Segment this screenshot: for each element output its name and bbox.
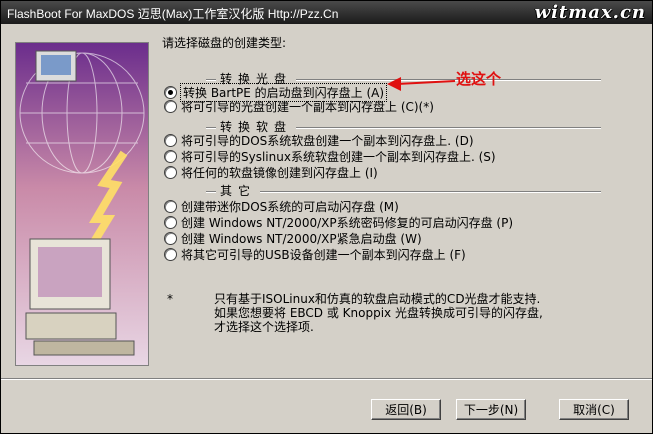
- window-title: FlashBoot For MaxDOS 迈思(Max)工作室汉化版 Http:…: [7, 7, 339, 21]
- next-button[interactable]: 下一步(N): [456, 399, 526, 420]
- red-arrow-annotation: [387, 77, 456, 91]
- option-copy-cd[interactable]: 将可引导的光盘创建一个副本到闪存盘上 (C)(*): [164, 98, 434, 114]
- radio-button[interactable]: [164, 99, 177, 113]
- option-dos-floppy[interactable]: 将可引导的DOS系统软盘创建一个副本到闪存盘上. (D): [164, 132, 474, 148]
- radio-button[interactable]: [164, 85, 177, 99]
- option-usb-copy[interactable]: 将其它可引导的USB设备创建一个副本到闪存盘上 (F): [164, 246, 466, 262]
- group-divider: [206, 191, 601, 193]
- footer-divider: [1, 378, 652, 380]
- option-label: 创建 Windows NT/2000/XP系统密码修复的可启动闪存盘 (P): [181, 215, 513, 230]
- option-mini-dos[interactable]: 创建带迷你DOS系统的可启动闪存盘 (M): [164, 198, 399, 214]
- option-password-repair[interactable]: 创建 Windows NT/2000/XP系统密码修复的可启动闪存盘 (P): [164, 214, 513, 230]
- annotation-text: 选这个: [456, 70, 502, 88]
- option-label: 将其它可引导的USB设备创建一个副本到闪存盘上 (F): [181, 247, 466, 262]
- back-button[interactable]: 返回(B): [371, 399, 441, 420]
- option-label: 将任何的软盘镜像创建到闪存盘上 (I): [181, 165, 378, 180]
- watermark-logo: witmax.cn: [534, 2, 646, 23]
- flashboot-window: FlashBoot For MaxDOS 迈思(Max)工作室汉化版 Http:…: [0, 0, 653, 434]
- option-emergency-boot[interactable]: 创建 Windows NT/2000/XP紧急启动盘 (W): [164, 230, 422, 246]
- note-marker: *: [167, 292, 173, 306]
- radio-button[interactable]: [164, 199, 177, 213]
- radio-button[interactable]: [164, 247, 177, 261]
- intro-text: 请选择磁盘的创建类型:: [162, 36, 287, 50]
- title-bar[interactable]: FlashBoot For MaxDOS 迈思(Max)工作室汉化版 Http:…: [1, 1, 652, 24]
- note-text: 只有基于ISOLinux和仿真的软盘启动模式的CD光盘才能支持. 如果您想要将 …: [214, 292, 543, 334]
- option-syslinux-floppy[interactable]: 将可引导的Syslinux系统软盘创建一个副本到闪存盘上. (S): [164, 148, 496, 164]
- option-label: 将可引导的光盘创建一个副本到闪存盘上 (C)(*): [181, 99, 434, 114]
- group-title-other: 其它: [216, 182, 261, 199]
- option-label: 创建 Windows NT/2000/XP紧急启动盘 (W): [181, 231, 422, 246]
- radio-button[interactable]: [164, 165, 177, 179]
- option-label: 将可引导的Syslinux系统软盘创建一个副本到闪存盘上. (S): [181, 149, 496, 164]
- radio-button[interactable]: [164, 231, 177, 245]
- option-label: 将可引导的DOS系统软盘创建一个副本到闪存盘上. (D): [181, 133, 474, 148]
- wizard-page: 请选择磁盘的创建类型: 转换光盘 转换 BartPE 的启动盘到闪存盘上 (A)…: [1, 24, 652, 433]
- radio-button[interactable]: [164, 215, 177, 229]
- radio-button[interactable]: [164, 133, 177, 147]
- side-illustration: [15, 42, 149, 366]
- option-label: 创建带迷你DOS系统的可启动闪存盘 (M): [181, 199, 399, 214]
- radio-button[interactable]: [164, 149, 177, 163]
- option-floppy-image[interactable]: 将任何的软盘镜像创建到闪存盘上 (I): [164, 164, 378, 180]
- cancel-button[interactable]: 取消(C): [559, 399, 629, 420]
